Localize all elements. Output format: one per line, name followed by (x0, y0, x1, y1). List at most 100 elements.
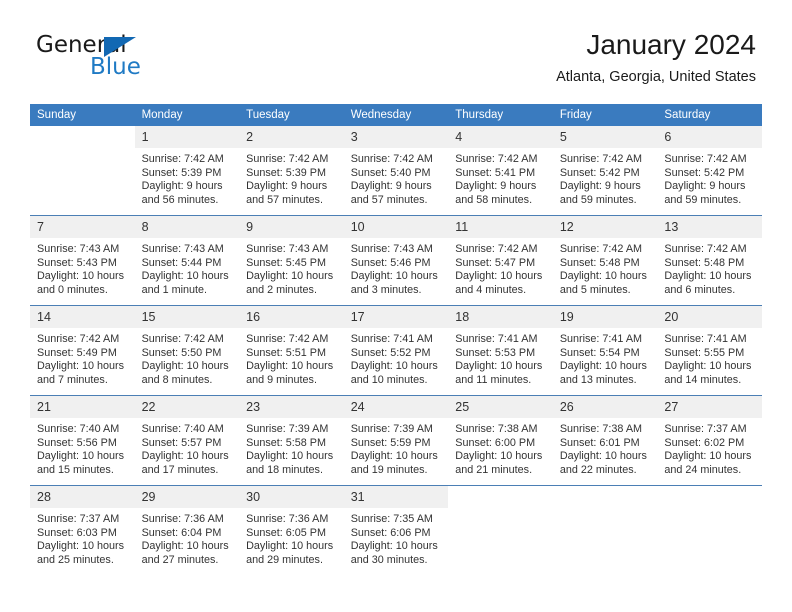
calendar-day-cell[interactable]: 3 Sunrise: 7:42 AM Sunset: 5:40 PM Daylight… (343, 126, 449, 216)
sunset-line: Sunset: 6:04 PM (141, 526, 222, 539)
calendar-day-cell[interactable]: 9 Sunrise: 7:43 AM Sunset: 5:45 PM Daylight… (239, 215, 344, 306)
calendar-day-cell[interactable]: 10 Sunrise: 7:43 AM Sunset: 5:46 PM Dayligh… (343, 215, 449, 306)
calendar-day-cell[interactable]: 24 Sunrise: 7:39 AM Sunset: 5:59 PM Dayligh… (343, 395, 449, 486)
calendar-day-cell[interactable]: 23 Sunrise: 7:39 AM Sunset: 5:58 PM Dayligh… (239, 395, 344, 486)
page-title: January 2024 (586, 29, 756, 60)
general-blue-logo[interactable]: General Blue (36, 32, 236, 84)
day-number: 12 (552, 216, 658, 238)
daylight-line-2: and 17 minutes. (141, 463, 219, 476)
day-details: Sunrise: 7:42 AM Sunset: 5:49 PM Daylight:… (30, 328, 135, 387)
calendar-day-cell[interactable]: 30 Sunrise: 7:36 AM Sunset: 6:05 PM Dayligh… (239, 485, 344, 575)
daylight-line-1: Daylight: 10 hours (455, 450, 543, 463)
daylight-line-1: Daylight: 10 hours (350, 540, 438, 553)
day-number: 27 (657, 396, 762, 418)
sunset-line: Sunset: 5:48 PM (559, 256, 640, 269)
calendar-day-cell[interactable]: 31 Sunrise: 7:35 AM Sunset: 6:06 PM Dayligh… (343, 485, 449, 575)
calendar-day-cell[interactable]: 11 Sunrise: 7:42 AM Sunset: 5:47 PM Dayligh… (448, 215, 553, 306)
sunset-line: Sunset: 5:44 PM (141, 256, 222, 269)
daylight-line-1: Daylight: 9 hours (350, 180, 432, 193)
calendar-day-cell[interactable]: 26 Sunrise: 7:38 AM Sunset: 6:01 PM Dayligh… (552, 395, 658, 486)
day-number: 4 (448, 126, 553, 148)
calendar-day-cell[interactable]: 21 Sunrise: 7:40 AM Sunset: 5:56 PM Dayligh… (30, 395, 135, 486)
daylight-line-2: and 59 minutes. (664, 193, 742, 206)
sunrise-line: Sunrise: 7:42 AM (350, 153, 433, 165)
calendar-day-cell[interactable]: 8 Sunrise: 7:43 AM Sunset: 5:44 PM Daylight… (134, 215, 240, 306)
calendar-day-cell[interactable]: 7 Sunrise: 7:43 AM Sunset: 5:43 PM Daylight… (30, 215, 135, 306)
calendar-day-cell[interactable]: 2 Sunrise: 7:42 AM Sunset: 5:39 PM Daylight… (239, 126, 344, 216)
daylight-line-2: and 25 minutes. (37, 553, 114, 566)
daylight-line-1: Daylight: 10 hours (350, 270, 438, 283)
day-details: Sunrise: 7:42 AM Sunset: 5:40 PM Daylight:… (344, 148, 449, 207)
calendar-week-row: 28 Sunrise: 7:37 AM Sunset: 6:03 PM Dayligh… (30, 485, 762, 575)
calendar-day-cell[interactable]: 16 Sunrise: 7:42 AM Sunset: 5:51 PM Dayligh… (239, 305, 344, 396)
day-details: Sunrise: 7:42 AM Sunset: 5:48 PM Daylight:… (553, 238, 658, 297)
day-details: Sunrise: 7:42 AM Sunset: 5:48 PM Daylight:… (657, 238, 762, 297)
sunrise-line: Sunrise: 7:38 AM (455, 423, 538, 435)
sunset-line: Sunset: 6:01 PM (559, 436, 640, 449)
day-number: 21 (30, 396, 135, 418)
daylight-line-2: and 4 minutes. (455, 283, 527, 296)
day-number: 20 (657, 306, 762, 328)
sunrise-line: Sunrise: 7:42 AM (455, 153, 538, 165)
day-number: 25 (448, 396, 553, 418)
day-details: Sunrise: 7:42 AM Sunset: 5:50 PM Daylight:… (135, 328, 240, 387)
calendar-day-cell[interactable]: 29 Sunrise: 7:36 AM Sunset: 6:04 PM Dayligh… (134, 485, 240, 575)
daylight-line-2: and 0 minutes. (37, 283, 108, 296)
calendar-day-cell[interactable]: 20 Sunrise: 7:41 AM Sunset: 5:55 PM Dayligh… (657, 305, 762, 396)
daylight-line-2: and 21 minutes. (455, 463, 533, 476)
day-details: Sunrise: 7:42 AM Sunset: 5:42 PM Daylight:… (657, 148, 762, 207)
logo-text-blue: Blue (90, 54, 141, 80)
calendar-day-cell[interactable]: 22 Sunrise: 7:40 AM Sunset: 5:57 PM Dayligh… (134, 395, 240, 486)
daylight-line-2: and 57 minutes. (350, 193, 428, 206)
daylight-line-2: and 30 minutes. (350, 553, 428, 566)
day-number: 30 (239, 486, 344, 508)
daylight-line-2: and 56 minutes. (141, 193, 219, 206)
daylight-line-2: and 29 minutes. (246, 553, 323, 566)
calendar-day-cell[interactable]: 28 Sunrise: 7:37 AM Sunset: 6:03 PM Dayligh… (30, 485, 135, 575)
day-details: Sunrise: 7:42 AM Sunset: 5:51 PM Daylight:… (239, 328, 344, 387)
calendar-day-cell[interactable]: 13 Sunrise: 7:42 AM Sunset: 5:48 PM Dayligh… (657, 215, 762, 306)
weekday-header-wednesday: Wednesday (343, 104, 449, 126)
sunset-line: Sunset: 6:00 PM (455, 436, 536, 449)
page-subtitle: Atlanta, Georgia, United States (556, 69, 756, 85)
sunset-line: Sunset: 5:55 PM (664, 346, 745, 359)
calendar-day-cell[interactable]: 27 Sunrise: 7:37 AM Sunset: 6:02 PM Dayligh… (657, 395, 762, 486)
day-details: Sunrise: 7:42 AM Sunset: 5:47 PM Daylight:… (448, 238, 553, 297)
sunrise-line: Sunrise: 7:41 AM (664, 333, 747, 345)
calendar-day-cell[interactable]: 15 Sunrise: 7:42 AM Sunset: 5:50 PM Dayligh… (134, 305, 240, 396)
calendar-day-cell[interactable]: 19 Sunrise: 7:41 AM Sunset: 5:54 PM Dayligh… (552, 305, 658, 396)
daylight-line-2: and 15 minutes. (37, 463, 114, 476)
day-details: Sunrise: 7:38 AM Sunset: 6:01 PM Daylight:… (553, 418, 658, 477)
daylight-line-1: Daylight: 9 hours (455, 180, 537, 193)
sunset-line: Sunset: 5:53 PM (455, 346, 536, 359)
calendar-day-cell[interactable]: 6 Sunrise: 7:42 AM Sunset: 5:42 PM Daylight… (657, 126, 762, 216)
calendar-day-cell-empty (30, 126, 135, 216)
calendar-day-cell[interactable]: 18 Sunrise: 7:41 AM Sunset: 5:53 PM Dayligh… (448, 305, 553, 396)
day-number: 8 (134, 216, 240, 238)
day-details: Sunrise: 7:37 AM Sunset: 6:03 PM Daylight:… (30, 508, 135, 567)
daylight-line-1: Daylight: 10 hours (664, 270, 752, 283)
sunset-line: Sunset: 5:39 PM (246, 166, 326, 179)
daylight-line-1: Daylight: 10 hours (246, 540, 334, 553)
day-details: Sunrise: 7:43 AM Sunset: 5:46 PM Daylight:… (344, 238, 449, 297)
calendar-day-cell[interactable]: 17 Sunrise: 7:41 AM Sunset: 5:52 PM Dayligh… (343, 305, 449, 396)
day-details: Sunrise: 7:39 AM Sunset: 5:59 PM Daylight:… (344, 418, 449, 477)
calendar-day-cell[interactable]: 4 Sunrise: 7:42 AM Sunset: 5:41 PM Daylight… (448, 126, 553, 216)
day-number: 19 (552, 306, 658, 328)
day-number (448, 486, 553, 508)
day-details: Sunrise: 7:40 AM Sunset: 5:57 PM Daylight:… (135, 418, 240, 477)
calendar-day-cell[interactable]: 1 Sunrise: 7:42 AM Sunset: 5:39 PM Daylight… (134, 126, 240, 216)
sunrise-line: Sunrise: 7:43 AM (37, 243, 120, 255)
sunrise-line: Sunrise: 7:39 AM (246, 423, 329, 435)
sunrise-line: Sunrise: 7:42 AM (664, 153, 747, 165)
calendar-day-cell[interactable]: 25 Sunrise: 7:38 AM Sunset: 6:00 PM Dayligh… (448, 395, 553, 486)
calendar-day-cell[interactable]: 5 Sunrise: 7:42 AM Sunset: 5:42 PM Daylight… (552, 126, 658, 216)
day-details (448, 508, 553, 513)
sunrise-line: Sunrise: 7:42 AM (246, 333, 329, 345)
day-number: 13 (657, 216, 762, 238)
calendar-day-cell[interactable]: 12 Sunrise: 7:42 AM Sunset: 5:48 PM Dayligh… (552, 215, 658, 306)
sunset-line: Sunset: 5:46 PM (350, 256, 431, 269)
calendar-day-cell[interactable]: 14 Sunrise: 7:42 AM Sunset: 5:49 PM Dayligh… (30, 305, 135, 396)
sunrise-line: Sunrise: 7:42 AM (141, 333, 224, 345)
daylight-line-2: and 19 minutes. (350, 463, 428, 476)
